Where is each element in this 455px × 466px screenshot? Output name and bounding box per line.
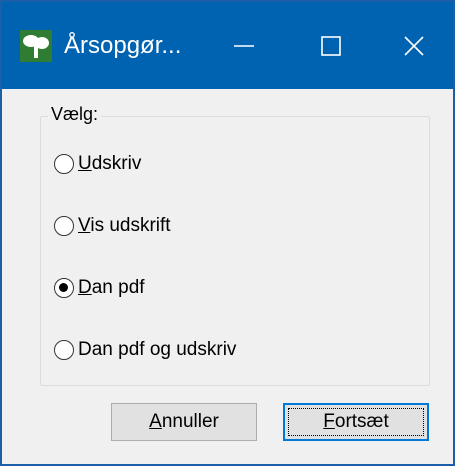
radio-circle	[54, 340, 74, 360]
maximize-icon	[320, 35, 341, 56]
radio-label: Udskriv	[78, 153, 142, 174]
group-label: Vælg:	[48, 103, 102, 125]
maximize-button[interactable]	[283, 2, 378, 89]
radio-vis-udskrift[interactable]: Vis udskrift	[54, 213, 171, 239]
radio-label: Dan pdf	[78, 277, 145, 298]
close-icon	[403, 35, 424, 56]
radio-label: Vis udskrift	[78, 215, 171, 236]
radio-selected-dot	[59, 283, 68, 292]
minimize-icon	[233, 44, 254, 47]
tree-app-icon	[20, 30, 52, 62]
cancel-button[interactable]: Annuller	[111, 403, 257, 441]
radio-dan-pdf[interactable]: Dan pdf	[54, 275, 145, 301]
dialog-window: Årsopgør... Vælg: Udskriv Vis udskrift D…	[0, 0, 455, 466]
radio-circle	[54, 154, 74, 174]
radio-circle-selected	[54, 278, 74, 298]
close-button[interactable]	[366, 2, 455, 89]
window-title: Årsopgør...	[64, 32, 182, 59]
minimize-button[interactable]	[196, 2, 291, 89]
radio-dan-pdf-og-udskriv[interactable]: Dan pdf og udskriv	[54, 337, 236, 363]
radio-circle	[54, 216, 74, 236]
radio-udskriv[interactable]: Udskriv	[54, 151, 141, 177]
dialog-client-area: Vælg: Udskriv Vis udskrift Dan pdf Dan p…	[2, 89, 453, 464]
cancel-label: Annuller	[149, 411, 219, 432]
continue-label: Fortsæt	[323, 411, 389, 432]
title-bar[interactable]: Årsopgør...	[2, 2, 453, 89]
radio-label: Dan pdf og udskriv	[78, 339, 237, 360]
continue-button[interactable]: Fortsæt	[283, 403, 429, 441]
